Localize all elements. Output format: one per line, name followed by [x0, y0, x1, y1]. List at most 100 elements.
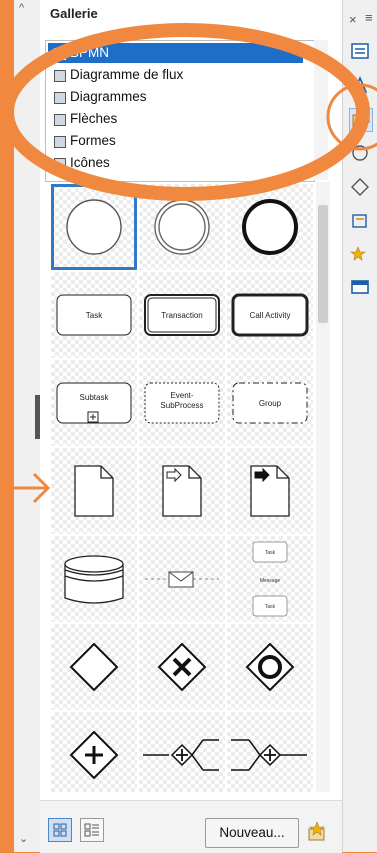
exclusive-gateway-icon[interactable]	[139, 624, 225, 710]
theme-folder-icon	[54, 158, 66, 170]
end-event-icon-graphic	[242, 199, 298, 255]
category-label: Icônes	[70, 155, 110, 170]
data-input-icon-graphic	[162, 465, 202, 517]
intermediate-event-icon-graphic	[154, 199, 210, 255]
shape-label: Task	[265, 604, 276, 610]
message-flow-icon-graphic	[145, 571, 219, 588]
parallel-split-icon-graphic	[143, 739, 219, 771]
message-flow-icon[interactable]	[139, 536, 225, 622]
parallel-gateway-icon-graphic	[69, 730, 119, 780]
category-label: Diagramme de flux	[70, 67, 184, 82]
category-item[interactable]: Diagramme de flux	[48, 65, 303, 85]
inclusive-gateway-icon-graphic	[245, 642, 295, 692]
exclusive-gateway-icon-graphic	[157, 642, 207, 692]
shape-label: Call Activity	[250, 311, 291, 320]
detail-view-button[interactable]	[80, 818, 104, 842]
end-event-icon[interactable]	[227, 184, 313, 270]
new-theme-button[interactable]: Nouveau...	[205, 818, 299, 848]
task-shape-graphic: Task	[56, 294, 132, 336]
slide-transition-tab[interactable]	[349, 244, 371, 266]
master-slides-icon	[351, 280, 369, 294]
icon-view-button[interactable]	[48, 818, 72, 842]
theme-folder-icon	[54, 48, 66, 60]
diamond-icon	[351, 178, 369, 196]
intermediate-event-icon[interactable]	[139, 184, 225, 270]
shape-label: Task	[265, 550, 276, 556]
shape-label: Transaction	[161, 311, 203, 320]
shape-label: Group	[259, 399, 282, 408]
navigator-tab[interactable]	[349, 142, 371, 164]
data-object-icon-graphic	[74, 465, 114, 517]
shape-label: Message	[260, 578, 281, 584]
event-subprocess-shape[interactable]: Event- SubProcess	[139, 360, 225, 446]
category-label: Flèches	[70, 111, 118, 126]
shape-label: Subtask	[80, 393, 110, 402]
task-shape[interactable]: Task	[51, 272, 137, 358]
gallery-tab[interactable]	[349, 108, 373, 132]
theme-folder-icon	[54, 70, 66, 82]
styles-tab[interactable]	[349, 74, 371, 96]
animation-icon	[352, 214, 367, 228]
subtask-shape[interactable]: Subtask	[51, 360, 137, 446]
shapes-scrollbar-thumb[interactable]	[318, 205, 328, 323]
data-output-icon[interactable]	[227, 448, 313, 534]
menu-icon[interactable]: ≡	[365, 10, 373, 25]
close-icon[interactable]: ×	[349, 12, 357, 27]
transaction-shape[interactable]: Transaction	[139, 272, 225, 358]
properties-tab[interactable]	[349, 40, 371, 62]
group-shape[interactable]: Group	[227, 360, 313, 446]
choreography-icon[interactable]: Task Message Task	[227, 536, 313, 622]
data-store-icon[interactable]	[51, 536, 137, 622]
transaction-shape-graphic: Transaction	[144, 294, 220, 336]
animation-tab[interactable]	[349, 210, 371, 232]
theme-folder-icon	[54, 136, 66, 148]
parallel-split-icon[interactable]	[139, 712, 225, 792]
collapsed-sidebar-strip: ^ ⌄	[14, 0, 41, 852]
gallery-icon	[352, 111, 370, 128]
shape-label: Task	[86, 311, 103, 320]
data-object-icon[interactable]	[51, 448, 137, 534]
category-item[interactable]: Icônes	[48, 153, 303, 173]
sidebar-tab-bar: × ≡	[342, 0, 377, 852]
group-shape-graphic: Group	[232, 382, 308, 424]
category-label: Formes	[70, 133, 116, 148]
category-item[interactable]: Diagrammes	[48, 87, 303, 107]
category-list[interactable]: BPMN Diagramme de flux Diagrammes Flèches Fo…	[45, 40, 315, 182]
parallel-fork-icon[interactable]	[227, 712, 313, 792]
scroll-down-icon[interactable]: ⌄	[19, 832, 28, 845]
gallery-star-icon	[308, 821, 325, 841]
shape-label: Event-	[170, 391, 193, 400]
shape-label: SubProcess	[160, 401, 203, 410]
gateway-icon[interactable]	[51, 624, 137, 710]
theme-folder-icon	[54, 114, 66, 126]
theme-properties-button[interactable]	[305, 820, 329, 844]
parallel-gateway-icon[interactable]	[51, 712, 137, 792]
shapes-grid: Task Transaction Call Activity Subtask Event…	[45, 182, 313, 792]
call-activity-shape[interactable]: Call Activity	[227, 272, 313, 358]
data-store-icon-graphic	[64, 555, 124, 604]
start-event-icon[interactable]	[51, 184, 137, 270]
star-transition-icon	[350, 246, 366, 261]
scroll-up-icon[interactable]: ^	[19, 2, 24, 14]
choreography-icon-graphic: Task Message Task	[252, 541, 288, 617]
panel-title: Gallerie	[50, 6, 98, 21]
category-item[interactable]: Formes	[48, 131, 303, 151]
category-item[interactable]: Flèches	[48, 109, 303, 129]
category-label: Diagrammes	[70, 89, 147, 104]
data-output-icon-graphic	[250, 465, 290, 517]
call-activity-shape-graphic: Call Activity	[231, 293, 309, 337]
category-item[interactable]: BPMN	[48, 43, 303, 63]
styles-icon	[352, 75, 368, 93]
master-slides-tab[interactable]	[349, 276, 371, 298]
subtask-shape-graphic: Subtask	[56, 382, 132, 424]
category-label: BPMN	[70, 45, 110, 60]
navigator-icon	[352, 145, 368, 161]
event-subprocess-shape-graphic: Event-SubProcess	[144, 382, 220, 424]
inclusive-gateway-icon[interactable]	[227, 624, 313, 710]
start-event-icon-graphic	[66, 199, 122, 255]
list-view-icon	[84, 823, 99, 837]
parallel-fork-icon-graphic	[231, 739, 307, 771]
category-scrollbar[interactable]	[314, 40, 328, 180]
data-input-icon[interactable]	[139, 448, 225, 534]
shapes-tab[interactable]	[349, 176, 371, 198]
